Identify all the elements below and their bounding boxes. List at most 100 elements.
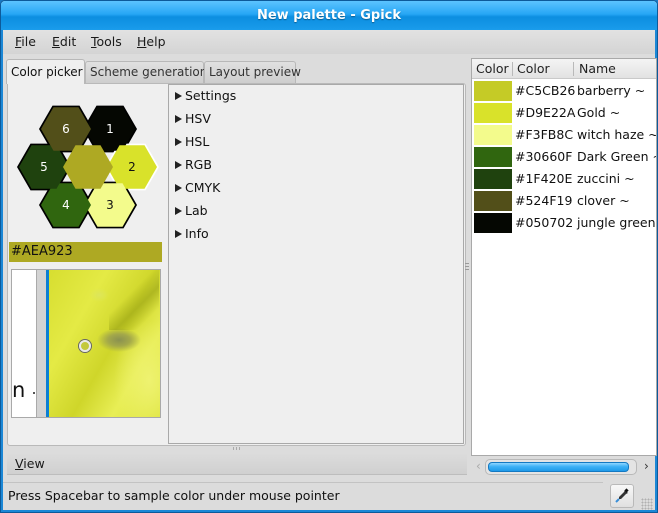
palette-row-swatch xyxy=(474,125,512,145)
hexagon-number: 5 xyxy=(40,160,48,174)
magnified-image xyxy=(49,270,160,417)
hexagon-number: 1 xyxy=(106,122,114,136)
scroll-left-icon[interactable]: ‹ xyxy=(476,459,481,473)
palette-row[interactable]: #1F420E zuccini ~ xyxy=(472,168,656,190)
menu-bar: File Edit Tools Help xyxy=(3,30,655,54)
column-header-name[interactable]: Name xyxy=(579,61,616,76)
palette-row-hex: #050702 xyxy=(515,215,574,230)
column-separator xyxy=(573,62,574,76)
menu-edit[interactable]: Edit xyxy=(52,34,76,49)
expander-info[interactable]: Info xyxy=(175,226,209,241)
palette-row-swatch xyxy=(474,191,512,211)
column-header-color-swatch[interactable]: Color xyxy=(476,61,509,76)
expander-cmyk[interactable]: CMYK xyxy=(175,180,220,195)
status-text: Press Spacebar to sample color under mou… xyxy=(8,488,340,503)
palette-list[interactable]: Color Color Name #C5CB26 barberry ~ #D9E22… xyxy=(471,58,657,456)
expander-hsl-label: HSL xyxy=(185,134,210,149)
color-picker-toggle-button[interactable] xyxy=(610,484,634,508)
title-bar[interactable]: New palette - Gpick xyxy=(1,1,657,30)
expander-arrow-icon xyxy=(175,92,182,100)
view-expander-label: View xyxy=(15,456,45,471)
menu-tools-label: ools xyxy=(96,34,122,49)
view-label-rest: iew xyxy=(23,456,45,471)
palette-row-swatch xyxy=(474,81,512,101)
hexagon-number: 3 xyxy=(106,198,114,212)
palette-row[interactable]: #C5CB26 barberry ~ xyxy=(472,80,656,102)
palette-row-name: jungle green ~ xyxy=(577,215,656,230)
grip-line xyxy=(233,447,234,450)
column-separator xyxy=(512,62,513,76)
window-title: New palette - Gpick xyxy=(256,8,402,23)
magnifier-gray-strip xyxy=(36,270,46,417)
expander-settings-label: Settings xyxy=(185,88,237,103)
palette-row-hex: #1F420E xyxy=(515,171,573,186)
menu-file[interactable]: File xyxy=(15,34,36,49)
vertical-pane-handle[interactable] xyxy=(465,263,469,273)
hexagon-number: 2 xyxy=(128,160,136,174)
expander-rgb[interactable]: RGB xyxy=(175,157,212,172)
window-frame-bottom xyxy=(1,510,657,512)
palette-row-hex: #30660F xyxy=(515,149,573,164)
zoom-magnifier[interactable]: n xyxy=(11,269,161,418)
expander-cmyk-label: CMYK xyxy=(185,180,221,195)
menu-file-label: ile xyxy=(21,34,36,49)
palette-row[interactable]: #050702jungle green ~ xyxy=(472,212,656,234)
expander-info-label: Info xyxy=(185,226,209,241)
palette-row-name: Gold ~ xyxy=(577,105,621,120)
expander-settings[interactable]: Settings xyxy=(175,88,236,103)
menu-help[interactable]: Help xyxy=(137,34,166,49)
palette-row-swatch xyxy=(474,169,512,189)
expander-arrow-icon xyxy=(175,161,182,169)
tab-color-picker[interactable]: Color picker xyxy=(6,59,85,84)
palette-row-swatch xyxy=(474,213,512,233)
scrollbar-thumb[interactable] xyxy=(488,462,629,472)
statusbar-separator xyxy=(3,482,603,483)
palette-row-hex: #D9E22A xyxy=(515,105,576,120)
palette-header: Color Color Name xyxy=(472,59,656,79)
eyedropper-icon xyxy=(615,488,629,503)
expander-arrow-icon xyxy=(175,138,182,146)
scrollbar-trough[interactable] xyxy=(485,459,637,475)
palette-row[interactable]: #30660F Dark Green ~ xyxy=(472,146,657,168)
menu-edit-label: dit xyxy=(59,34,77,49)
color-details-panel: Settings HSV HSL RGB CMYK Lab Info xyxy=(168,84,464,444)
palette-row-swatch xyxy=(474,147,512,167)
sample-cursor-ring xyxy=(79,340,91,352)
magnifier-partial-text: n xyxy=(12,378,26,402)
magnifier-dot xyxy=(33,392,35,394)
menu-edit-mnemonic: E xyxy=(52,34,60,49)
palette-row-name: Dark Green ~ xyxy=(577,149,657,164)
expander-hsv-label: HSV xyxy=(185,111,211,126)
swatch-hexagons[interactable]: 1 2 3 4 5 6 xyxy=(13,93,163,241)
view-expander[interactable]: View xyxy=(7,453,467,475)
current-color-hex[interactable]: #AEA923 xyxy=(9,242,162,262)
magnified-image-shade xyxy=(109,270,159,330)
menu-tools[interactable]: Tools xyxy=(91,34,122,49)
palette-row-name: barberry ~ xyxy=(577,83,646,98)
menu-help-mnemonic: H xyxy=(137,34,147,49)
tab-layout-preview[interactable]: Layout preview xyxy=(204,61,301,83)
hexagon-number: 4 xyxy=(62,198,70,212)
palette-row-name: witch haze ~ xyxy=(577,127,657,142)
expander-arrow-icon xyxy=(175,115,182,123)
tab-scheme-generation[interactable]: Scheme generation xyxy=(85,61,207,83)
horizontal-pane-handle[interactable] xyxy=(233,447,241,451)
expander-hsl[interactable]: HSL xyxy=(175,134,209,149)
expander-arrow-icon xyxy=(175,184,182,192)
window-frame-left xyxy=(1,30,3,512)
expander-hsv[interactable]: HSV xyxy=(175,111,211,126)
expander-lab-label: Lab xyxy=(185,203,208,218)
expander-lab[interactable]: Lab xyxy=(175,203,208,218)
palette-row[interactable]: #524F19 clover ~ xyxy=(472,190,656,212)
column-header-color-hex[interactable]: Color xyxy=(517,61,550,76)
grip-line xyxy=(465,266,469,267)
window-resize-grip[interactable] xyxy=(641,498,653,510)
scroll-right-icon[interactable]: › xyxy=(644,459,649,473)
palette-row[interactable]: #D9E22A Gold ~ xyxy=(472,102,656,124)
palette-row-hex: #F3FB8C xyxy=(515,127,574,142)
palette-row-name: clover ~ xyxy=(577,193,630,208)
swatch-hexagon-svg[interactable]: 1 2 3 4 5 6 xyxy=(13,93,163,241)
palette-horizontal-scrollbar[interactable]: ‹ › xyxy=(471,457,657,477)
expander-arrow-icon xyxy=(175,230,182,238)
palette-row[interactable]: #F3FB8C witch haze ~ xyxy=(472,124,657,146)
